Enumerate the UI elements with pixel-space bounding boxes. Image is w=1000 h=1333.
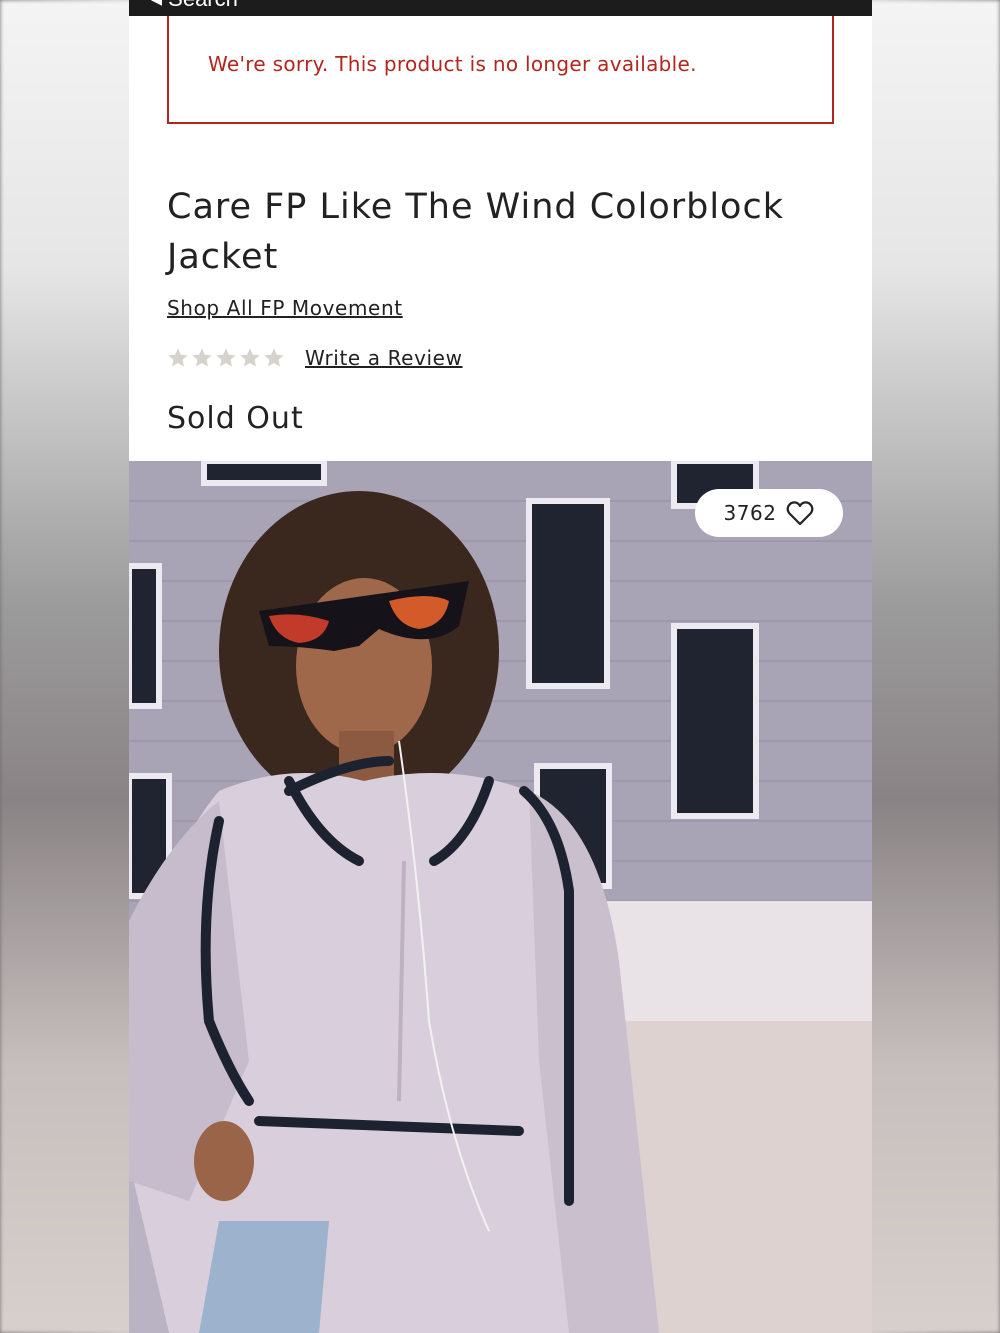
write-review-link[interactable]: Write a Review (305, 346, 463, 370)
shop-all-link[interactable]: Shop All FP Movement (167, 296, 403, 320)
product-page: ◂ Search We're sorry. This product is no… (129, 0, 872, 1333)
stock-status: Sold Out (167, 401, 304, 436)
unavailable-message: We're sorry. This product is no longer a… (208, 52, 697, 76)
star-icon (168, 348, 188, 367)
favorite-button[interactable]: 3762 (695, 489, 843, 537)
back-to-search-link[interactable]: ◂ Search (151, 0, 238, 12)
product-image[interactable] (129, 461, 872, 1333)
product-photo-illustration (129, 461, 872, 1333)
heart-icon (787, 501, 814, 526)
star-icon (192, 348, 212, 367)
star-rating[interactable] (167, 347, 285, 369)
star-icon (240, 348, 260, 367)
star-icon (264, 348, 284, 367)
product-title: Care FP Like The Wind Colorblock Jacket (167, 187, 784, 277)
top-nav-bar: ◂ Search (129, 0, 872, 16)
star-icon (216, 348, 236, 367)
unavailable-notice: We're sorry. This product is no longer a… (167, 16, 834, 124)
favorites-count: 3762 (723, 501, 777, 525)
rating-row: Write a Review (167, 343, 463, 373)
